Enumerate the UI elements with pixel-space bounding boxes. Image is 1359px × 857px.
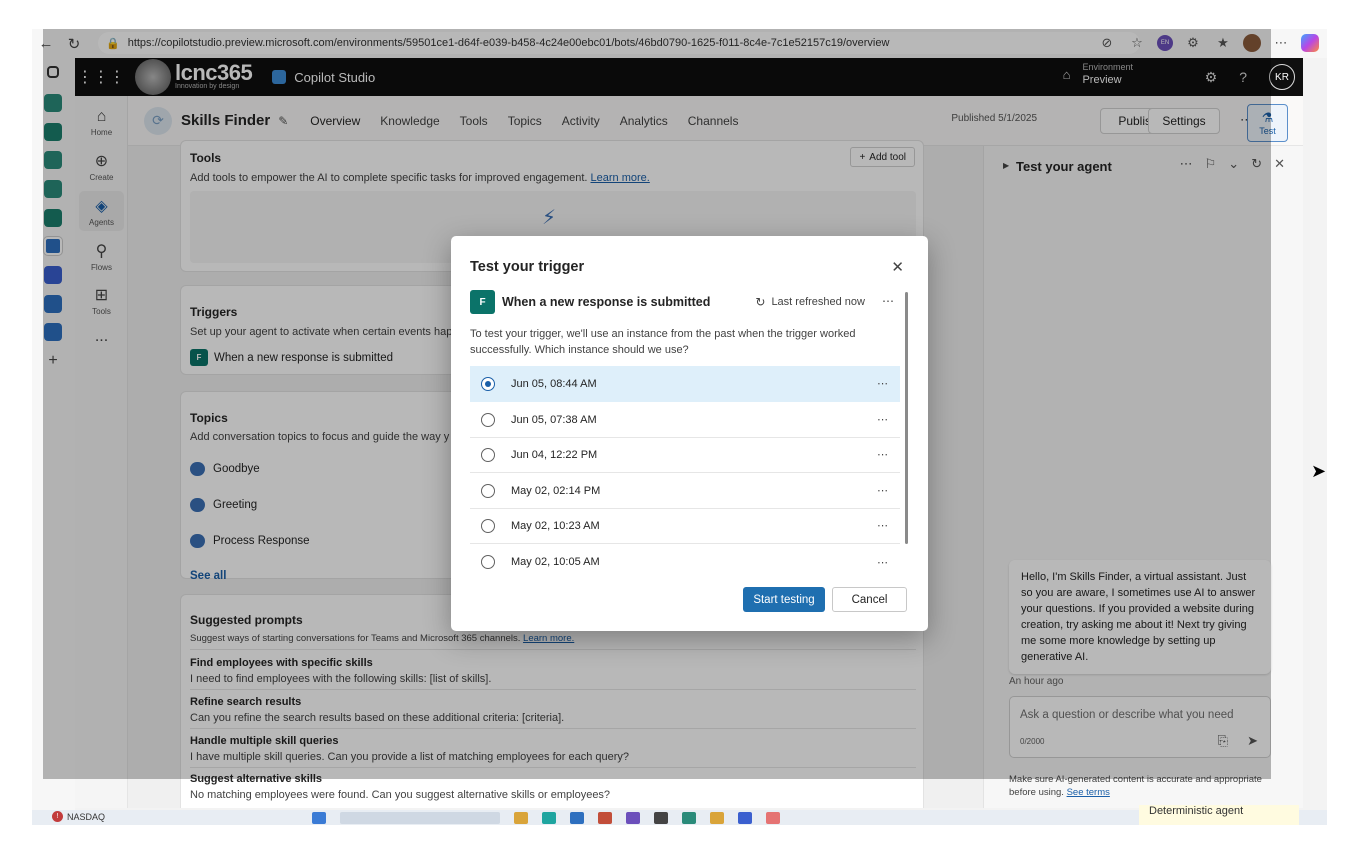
app-icon[interactable] bbox=[710, 812, 724, 824]
dialog-trigger: F When a new response is submitted bbox=[470, 290, 710, 314]
test-trigger-dialog: Test your trigger ✕ F When a new respons… bbox=[451, 236, 928, 631]
app-icon[interactable] bbox=[542, 812, 556, 824]
refresh-icon: ↻ bbox=[755, 295, 766, 309]
instance-label: Jun 05, 07:38 AM bbox=[511, 413, 597, 426]
instance-row[interactable]: Jun 04, 12:22 PM ⋯ bbox=[470, 437, 900, 473]
app-icon[interactable] bbox=[682, 812, 696, 824]
radio[interactable] bbox=[481, 447, 495, 462]
notification-toast[interactable]: Deterministic agent bbox=[1139, 805, 1299, 825]
cancel-button[interactable]: Cancel bbox=[832, 587, 907, 612]
more-icon[interactable]: ⋯ bbox=[877, 484, 888, 497]
instance-label: May 02, 10:23 AM bbox=[511, 519, 600, 532]
folder-icon[interactable] bbox=[514, 812, 528, 824]
prompt-text: No matching employees were found. Can yo… bbox=[190, 789, 611, 801]
radio[interactable] bbox=[481, 555, 495, 569]
mouse-cursor-icon: ➤ bbox=[1311, 461, 1327, 481]
instance-row[interactable]: May 02, 10:05 AM ⋯ bbox=[470, 544, 900, 579]
refresh-button[interactable]: ↻ Last refreshed now bbox=[755, 295, 865, 309]
stock-widget[interactable]: ! NASDAQ bbox=[52, 811, 105, 822]
more-icon[interactable]: ⋯ bbox=[877, 413, 888, 426]
more-icon[interactable]: ⋯ bbox=[877, 519, 888, 532]
close-icon[interactable]: ✕ bbox=[891, 258, 904, 276]
alert-badge: ! bbox=[52, 811, 63, 822]
radio[interactable] bbox=[481, 483, 495, 498]
close-icon[interactable]: ✕ bbox=[1274, 156, 1285, 172]
app-icon[interactable] bbox=[312, 812, 326, 824]
instance-label: May 02, 10:05 AM bbox=[511, 556, 600, 568]
scrollbar[interactable] bbox=[905, 292, 908, 544]
app-icon[interactable] bbox=[570, 812, 584, 824]
user-avatar[interactable]: KR bbox=[1269, 64, 1295, 90]
radio[interactable] bbox=[481, 412, 495, 427]
instance-row[interactable]: May 02, 02:14 PM ⋯ bbox=[470, 473, 900, 509]
more-options-icon[interactable]: ⋯ bbox=[882, 294, 894, 308]
radio-selected[interactable] bbox=[481, 376, 495, 391]
start-testing-button[interactable]: Start testing bbox=[743, 587, 825, 612]
dialog-title: Test your trigger bbox=[470, 259, 585, 275]
more-icon[interactable]: ⋯ bbox=[1271, 33, 1291, 53]
instance-row[interactable]: Jun 05, 07:38 AM ⋯ bbox=[470, 402, 900, 438]
see-terms-link[interactable]: See terms bbox=[1067, 787, 1110, 798]
dialog-trigger-name: When a new response is submitted bbox=[502, 295, 711, 309]
app-icon[interactable] bbox=[598, 812, 612, 824]
more-icon[interactable]: ⋯ bbox=[877, 377, 888, 390]
more-icon[interactable]: ⋯ bbox=[877, 448, 888, 461]
radio[interactable] bbox=[481, 518, 495, 533]
app-icon[interactable] bbox=[626, 812, 640, 824]
app-icon[interactable] bbox=[766, 812, 780, 824]
taskbar-search[interactable] bbox=[340, 812, 500, 824]
instance-label: Jun 04, 12:22 PM bbox=[511, 448, 598, 461]
dialog-description: To test your trigger, we'll use an insta… bbox=[470, 328, 856, 356]
app-icon[interactable] bbox=[738, 812, 752, 824]
forms-icon: F bbox=[470, 290, 495, 314]
taskbar-apps bbox=[312, 812, 780, 824]
more-icon[interactable]: ⋯ bbox=[877, 556, 888, 569]
instance-label: May 02, 02:14 PM bbox=[511, 484, 601, 497]
instance-list: Jun 05, 08:44 AM ⋯ Jun 05, 07:38 AM ⋯ Ju… bbox=[470, 366, 900, 579]
windows-taskbar: ! NASDAQ Deterministic agent bbox=[32, 805, 1327, 825]
copilot-icon[interactable] bbox=[1301, 34, 1319, 52]
instance-row[interactable]: May 02, 10:23 AM ⋯ bbox=[470, 508, 900, 544]
instance-row[interactable]: Jun 05, 08:44 AM ⋯ bbox=[470, 366, 900, 402]
instance-label: Jun 05, 08:44 AM bbox=[511, 377, 597, 390]
app-icon[interactable] bbox=[654, 812, 668, 824]
